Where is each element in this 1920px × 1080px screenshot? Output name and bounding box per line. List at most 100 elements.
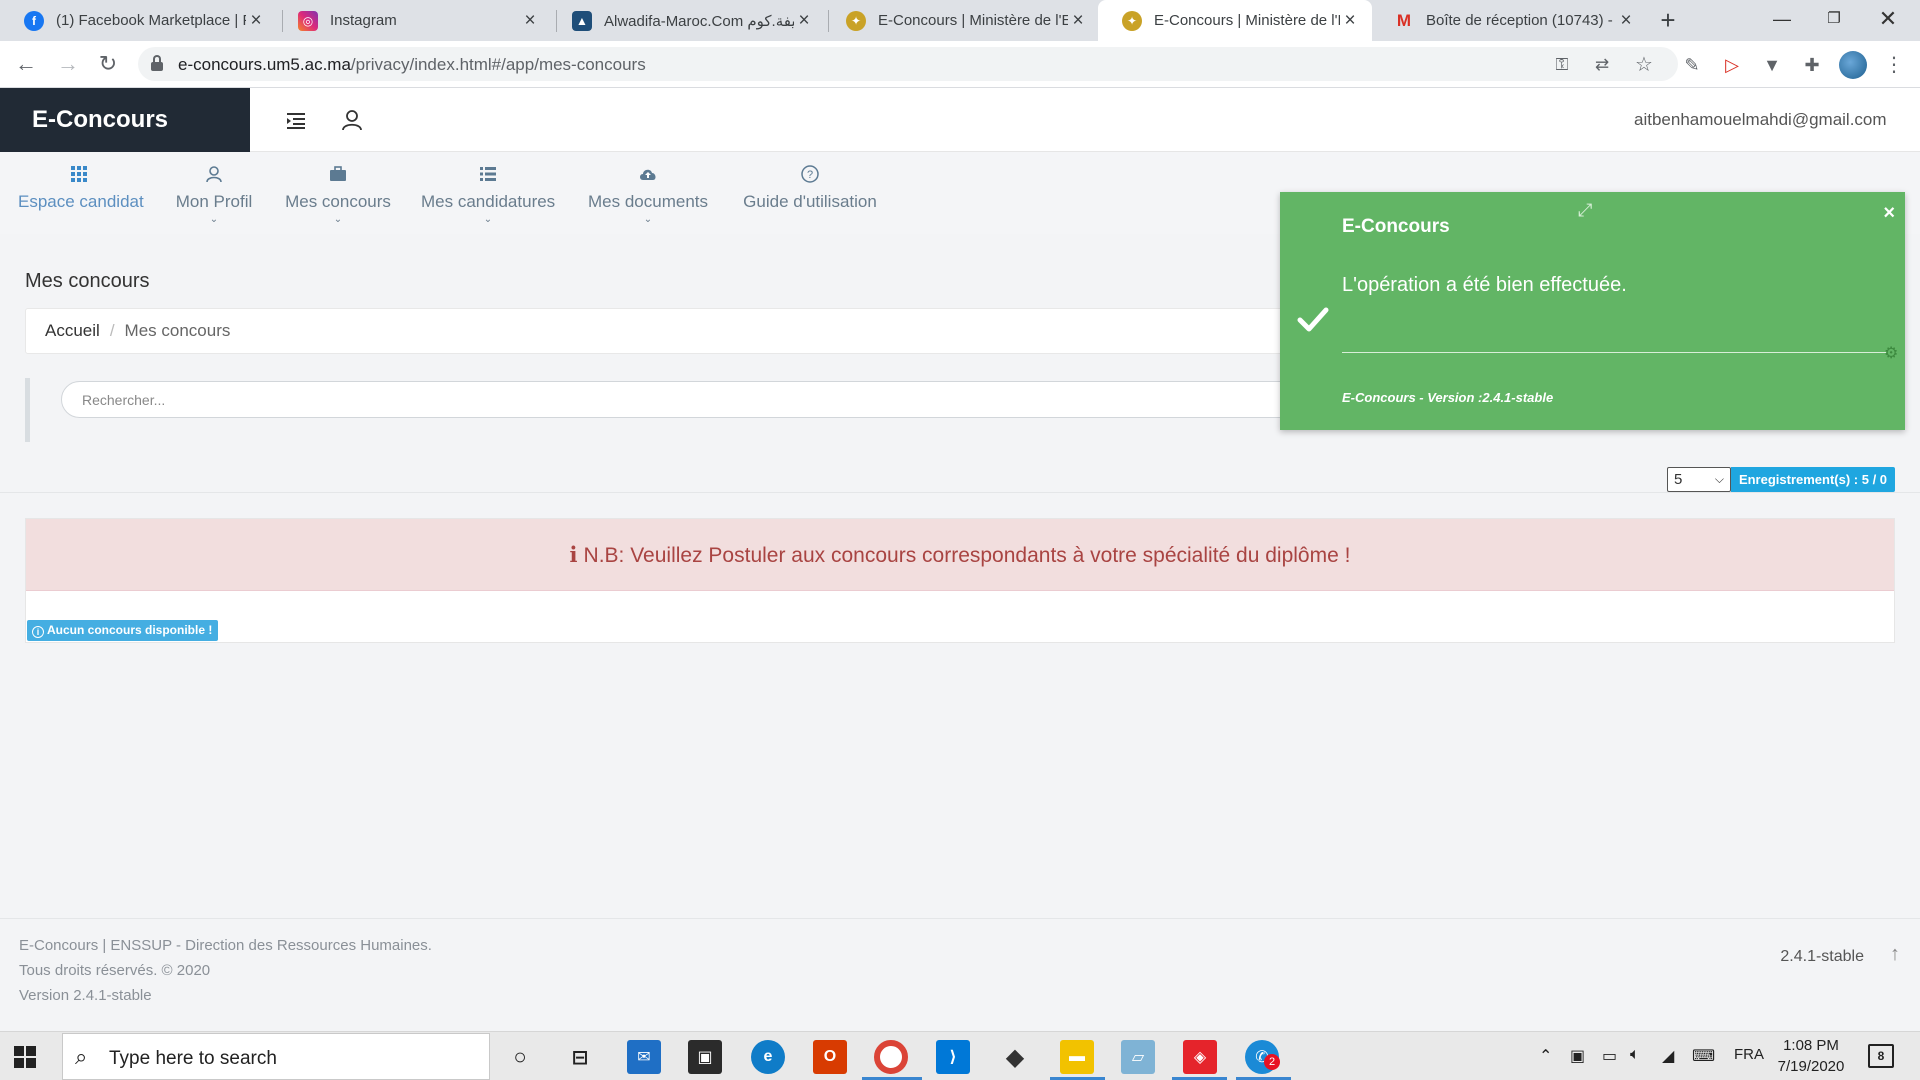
menu-label: Mes documents xyxy=(588,192,708,211)
windows-taskbar: ⌕ Type here to search ○ ⊟ ✉ ▣ e O ⟩ ◆ ▬ … xyxy=(0,1031,1920,1080)
vpn-extension-icon[interactable]: ▼ xyxy=(1760,53,1784,77)
browser-tab-econcours-1[interactable]: ✦ E-Concours | Ministère de l'Ens × xyxy=(822,0,1100,41)
browser-tab-gmail[interactable]: M Boîte de réception (10743) - × xyxy=(1370,0,1648,41)
volume-icon[interactable]: 🔈︎ xyxy=(1630,1046,1640,1064)
web-page: E-Concours aitbenhamouelmahdi@gmail.com … xyxy=(0,88,1920,1031)
page-size-select[interactable]: 5 ⌵ xyxy=(1667,467,1731,492)
browser-toolbar: ← → ↻ e-concours.um5.ac.ma/privacy/index… xyxy=(0,41,1920,88)
vscode-icon[interactable]: ⟩ xyxy=(936,1040,970,1074)
menu-espace-candidat[interactable]: Espace candidat xyxy=(18,152,144,234)
help-icon: ? xyxy=(742,164,878,184)
browser-tab-econcours-active[interactable]: ✦ E-Concours | Ministère de l'Ens × xyxy=(1098,0,1372,41)
close-tab-icon[interactable]: × xyxy=(1068,10,1088,32)
input-language[interactable]: FRA xyxy=(1734,1046,1764,1063)
edge-icon[interactable]: e xyxy=(751,1040,785,1074)
menu-guide-utilisation[interactable]: ? Guide d'utilisation xyxy=(742,152,878,234)
address-bar[interactable]: e-concours.um5.ac.ma/privacy/index.html#… xyxy=(138,47,1678,81)
minimize-button[interactable]: — xyxy=(1764,4,1800,34)
menu-mes-concours[interactable]: Mes concours ⌄ xyxy=(284,152,392,234)
video-extension-icon[interactable]: ▷ xyxy=(1720,53,1744,77)
tab-title: (1) Facebook Marketplace | Fa xyxy=(56,12,246,29)
clock-time: 1:08 PM xyxy=(1783,1037,1839,1054)
browser-tab-instagram[interactable]: ◎ Instagram × xyxy=(274,0,552,41)
page-footer: E-Concours | ENSSUP - Direction des Ress… xyxy=(0,918,1920,1031)
system-clock[interactable]: 1:08 PM 7/19/2020 xyxy=(1773,1035,1849,1077)
expand-icon[interactable]: ⤢ xyxy=(1578,200,1592,221)
password-key-icon[interactable]: ⚿ xyxy=(1550,53,1574,77)
info-icon: i xyxy=(569,542,578,567)
ministry-emblem-icon: ✦ xyxy=(1122,10,1142,31)
task-view-icon[interactable]: ⊟ xyxy=(563,1040,597,1074)
anydesk-icon[interactable]: ◈ xyxy=(1183,1040,1217,1074)
grid-icon xyxy=(18,164,140,184)
tab-title: E-Concours | Ministère de l'Ens xyxy=(1154,12,1340,29)
scroll-top-arrow-icon[interactable]: ↑ xyxy=(1890,943,1900,966)
action-center-icon[interactable]: 8 xyxy=(1868,1044,1894,1068)
bookmark-star-icon[interactable]: ☆ xyxy=(1632,53,1656,77)
inkscape-icon[interactable]: ◆ xyxy=(998,1040,1032,1074)
clock-date: 7/19/2020 xyxy=(1777,1058,1845,1075)
reload-icon[interactable]: ↻ xyxy=(94,50,122,78)
restore-button[interactable]: ❐ xyxy=(1816,4,1852,34)
gear-icon[interactable]: ⚙ xyxy=(1884,343,1898,363)
close-tab-icon[interactable]: × xyxy=(794,10,814,32)
show-hidden-icons-chevron-icon[interactable]: ⌃ xyxy=(1539,1046,1552,1066)
user-icon xyxy=(172,164,256,184)
user-email[interactable]: aitbenhamouelmahdi@gmail.com xyxy=(1634,110,1887,130)
forward-arrow-icon[interactable]: → xyxy=(54,50,82,78)
toast-message: L'opération a été bien effectuée. xyxy=(1342,274,1627,296)
toast-divider xyxy=(1342,352,1886,353)
user-icon[interactable] xyxy=(338,106,366,134)
records-count-badge: Enregistrement(s) : 5 / 0 xyxy=(1731,467,1895,492)
close-tab-icon[interactable]: × xyxy=(520,10,540,32)
cortana-icon[interactable]: ○ xyxy=(503,1040,537,1074)
app-brand[interactable]: E-Concours xyxy=(0,88,250,152)
translate-icon[interactable]: ⇄ xyxy=(1590,53,1614,77)
gmail-icon: M xyxy=(1396,10,1412,30)
page-title: Mes concours xyxy=(25,270,150,292)
tray-app-icon[interactable]: ▣ xyxy=(1570,1046,1585,1066)
taskbar-search-box[interactable]: ⌕ Type here to search xyxy=(62,1033,490,1080)
browser-tab-bar: f (1) Facebook Marketplace | Fa × ◎ Inst… xyxy=(0,0,1920,41)
new-tab-button[interactable]: + xyxy=(1656,6,1680,34)
menu-mon-profil[interactable]: Mon Profil ⌄ xyxy=(172,152,256,234)
breadcrumb-home[interactable]: Accueil xyxy=(45,321,100,340)
office-icon[interactable]: O xyxy=(813,1040,847,1074)
chevron-down-icon: ⌄ xyxy=(333,214,343,225)
eyedropper-extension-icon[interactable]: ✎ xyxy=(1680,53,1704,77)
notepad-icon[interactable]: ▱ xyxy=(1121,1040,1155,1074)
facebook-icon: f xyxy=(24,10,44,31)
close-tab-icon[interactable]: × xyxy=(1616,10,1636,32)
browser-tab-alwadifa[interactable]: ▲ Alwadifa-Maroc.Com وظيفة.كوم × xyxy=(548,0,826,41)
mail-icon[interactable]: ✉ xyxy=(627,1040,661,1074)
menu-mes-documents[interactable]: Mes documents ⌄ xyxy=(588,152,708,234)
alert-text: N.B: Veuillez Postuler aux concours corr… xyxy=(583,544,1351,567)
concours-panel: i N.B: Veuillez Postuler aux concours cor… xyxy=(25,518,1895,643)
window-close-button[interactable]: ✕ xyxy=(1870,4,1906,34)
close-tab-icon[interactable]: × xyxy=(246,10,266,32)
svg-text:?: ? xyxy=(807,169,813,181)
battery-icon[interactable]: ▭ xyxy=(1602,1046,1617,1066)
browser-menu-icon[interactable]: ⋮ xyxy=(1884,51,1904,79)
tab-title: Boîte de réception (10743) - xyxy=(1426,12,1613,29)
wifi-icon[interactable]: ◢ xyxy=(1662,1046,1674,1066)
extensions-puzzle-icon[interactable]: ✚ xyxy=(1800,53,1824,77)
browser-tab-facebook[interactable]: f (1) Facebook Marketplace | Fa × xyxy=(0,0,278,41)
close-icon[interactable]: × xyxy=(1883,202,1895,225)
profile-avatar[interactable] xyxy=(1839,51,1867,79)
file-explorer-icon[interactable]: ▬ xyxy=(1060,1040,1094,1074)
toast-title: E-Concours xyxy=(1342,216,1450,237)
back-arrow-icon[interactable]: ← xyxy=(12,50,40,78)
app-header: E-Concours aitbenhamouelmahdi@gmail.com xyxy=(0,88,1920,152)
windows-start-icon[interactable] xyxy=(14,1046,36,1068)
sidebar-toggle-icon[interactable] xyxy=(282,106,310,134)
lock-icon[interactable] xyxy=(150,55,164,72)
chrome-icon[interactable] xyxy=(874,1040,908,1074)
close-tab-icon[interactable]: × xyxy=(1340,10,1360,32)
menu-label: Mes candidatures xyxy=(421,192,556,211)
menu-mes-candidatures[interactable]: Mes candidatures ⌄ xyxy=(421,152,555,234)
keyboard-icon[interactable]: ⌨ xyxy=(1692,1046,1715,1066)
info-circle-icon: i xyxy=(32,626,44,638)
url-text[interactable]: e-concours.um5.ac.ma/privacy/index.html#… xyxy=(178,55,646,75)
store-icon[interactable]: ▣ xyxy=(688,1040,722,1074)
